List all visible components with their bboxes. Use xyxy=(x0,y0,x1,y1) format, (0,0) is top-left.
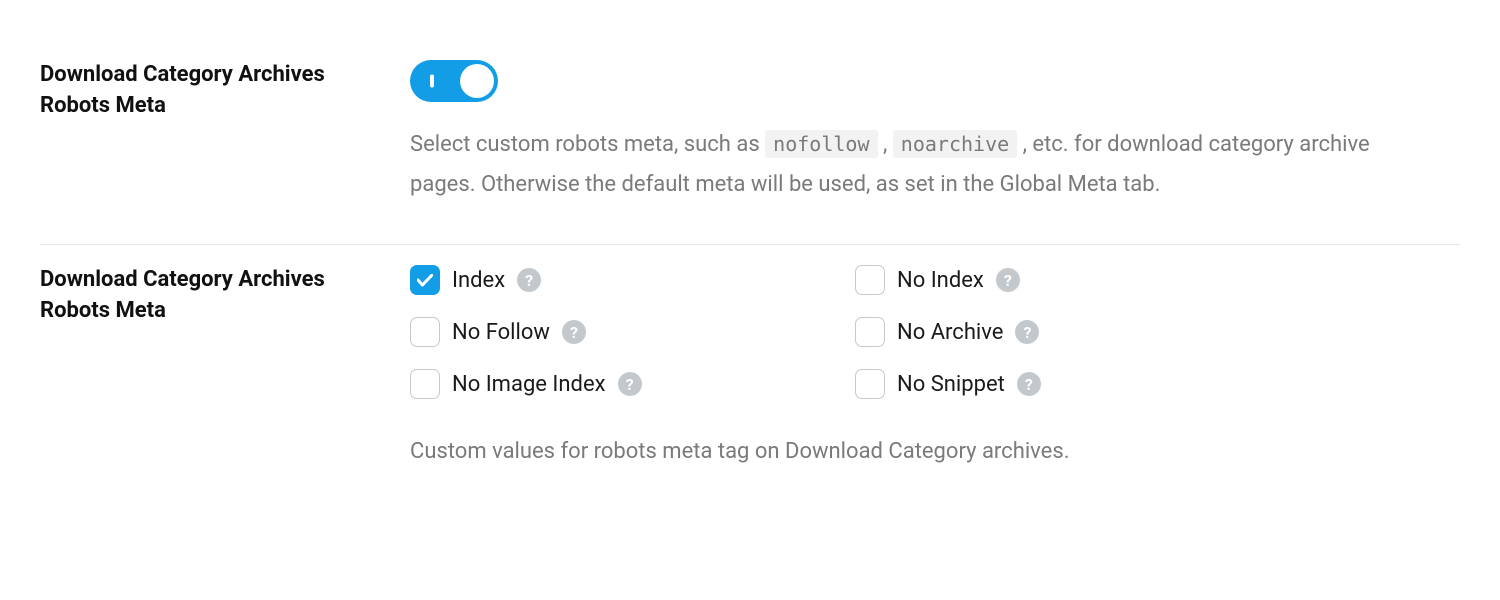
toggle-on-indicator xyxy=(430,75,434,88)
checkbox-label: No Snippet xyxy=(897,372,1005,397)
help-icon[interactable]: ? xyxy=(1015,320,1039,344)
desc-text: Select custom robots meta, such as xyxy=(410,132,760,157)
code-noarchive: noarchive xyxy=(893,130,1017,158)
setting-content: Index ? No Index ? No Follow ? xyxy=(410,265,1460,464)
checkbox-index[interactable] xyxy=(410,265,440,295)
checkbox-no-follow[interactable] xyxy=(410,317,440,347)
robots-meta-toggle-row: Download Category Archives Robots Meta S… xyxy=(40,40,1460,245)
option-no-image-index: No Image Index ? xyxy=(410,369,815,399)
robots-meta-options-row: Download Category Archives Robots Meta I… xyxy=(40,245,1460,504)
option-no-snippet: No Snippet ? xyxy=(855,369,1260,399)
help-icon[interactable]: ? xyxy=(517,268,541,292)
option-index: Index ? xyxy=(410,265,815,295)
checkbox-no-archive[interactable] xyxy=(855,317,885,347)
check-icon xyxy=(417,274,433,287)
code-nofollow: nofollow xyxy=(765,130,877,158)
checkbox-label: No Image Index xyxy=(452,372,606,397)
options-help-text: Custom values for robots meta tag on Dow… xyxy=(410,439,1460,464)
help-icon[interactable]: ? xyxy=(562,320,586,344)
checkbox-grid: Index ? No Index ? No Follow ? xyxy=(410,265,1260,399)
checkbox-no-image-index[interactable] xyxy=(410,369,440,399)
checkbox-label: Index xyxy=(452,268,505,293)
checkbox-label: No Archive xyxy=(897,320,1003,345)
help-icon[interactable]: ? xyxy=(1017,372,1041,396)
option-no-archive: No Archive ? xyxy=(855,317,1260,347)
checkbox-label: No Follow xyxy=(452,320,550,345)
setting-label: Download Category Archives Robots Meta xyxy=(40,265,350,464)
help-icon[interactable]: ? xyxy=(618,372,642,396)
checkbox-label: No Index xyxy=(897,268,984,293)
option-no-index: No Index ? xyxy=(855,265,1260,295)
checkbox-no-index[interactable] xyxy=(855,265,885,295)
help-icon[interactable]: ? xyxy=(996,268,1020,292)
desc-text: , xyxy=(883,132,887,157)
setting-description: Select custom robots meta, such as nofol… xyxy=(410,125,1410,204)
toggle-knob xyxy=(460,64,494,98)
setting-label: Download Category Archives Robots Meta xyxy=(40,60,350,204)
setting-content: Select custom robots meta, such as nofol… xyxy=(410,60,1460,204)
checkbox-no-snippet[interactable] xyxy=(855,369,885,399)
robots-meta-toggle[interactable] xyxy=(410,60,498,102)
option-no-follow: No Follow ? xyxy=(410,317,815,347)
